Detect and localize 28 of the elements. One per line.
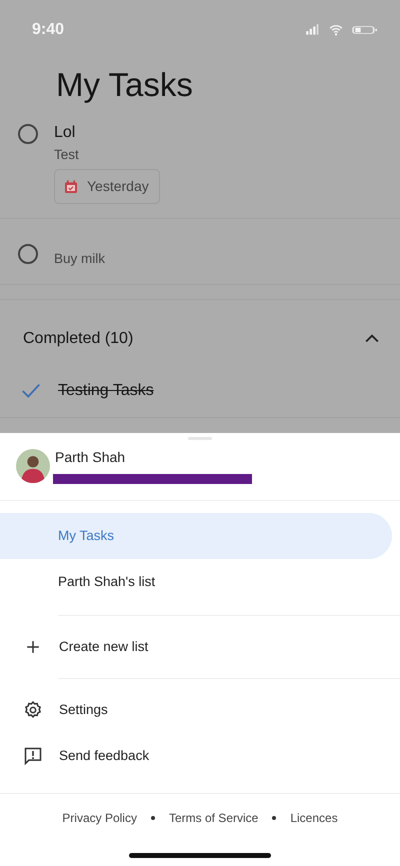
footer-link[interactable]: Licences (290, 809, 338, 827)
separator-dot (272, 816, 276, 820)
avatar (16, 448, 50, 482)
signal-icon (304, 23, 320, 37)
wifi-icon (328, 23, 344, 37)
section-heading: Completed (10) (23, 329, 134, 349)
account-name: Parth Shah (55, 448, 126, 467)
menu-item[interactable]: Settings (0, 687, 400, 733)
calendar-icon (63, 178, 79, 195)
due-date-chip[interactable]: Yesterday (54, 169, 160, 204)
footer-link[interactable]: Terms of Service (168, 809, 258, 827)
list-item[interactable]: Parth Shah's list (0, 559, 392, 605)
task-title: Lol (54, 123, 76, 143)
list-item[interactable]: My Tasks (0, 513, 392, 559)
task-checkbox[interactable] (18, 124, 38, 144)
feedback-icon (23, 746, 43, 766)
menu-item[interactable]: Create new list (0, 624, 400, 670)
task-checkbox[interactable] (18, 244, 38, 264)
menu-item[interactable]: Send feedback (0, 733, 400, 779)
page-title: My Tasks (56, 68, 194, 101)
settings-icon (23, 700, 43, 720)
status-time: 9:40 (32, 20, 64, 40)
task-notes: Test (54, 146, 80, 164)
separator-dot (150, 816, 155, 820)
task-title: Testing Tasks (58, 380, 154, 400)
footer-link[interactable]: Privacy Policy (62, 809, 137, 827)
battery-icon (352, 23, 378, 37)
task-notes: Buy milk (54, 250, 106, 268)
